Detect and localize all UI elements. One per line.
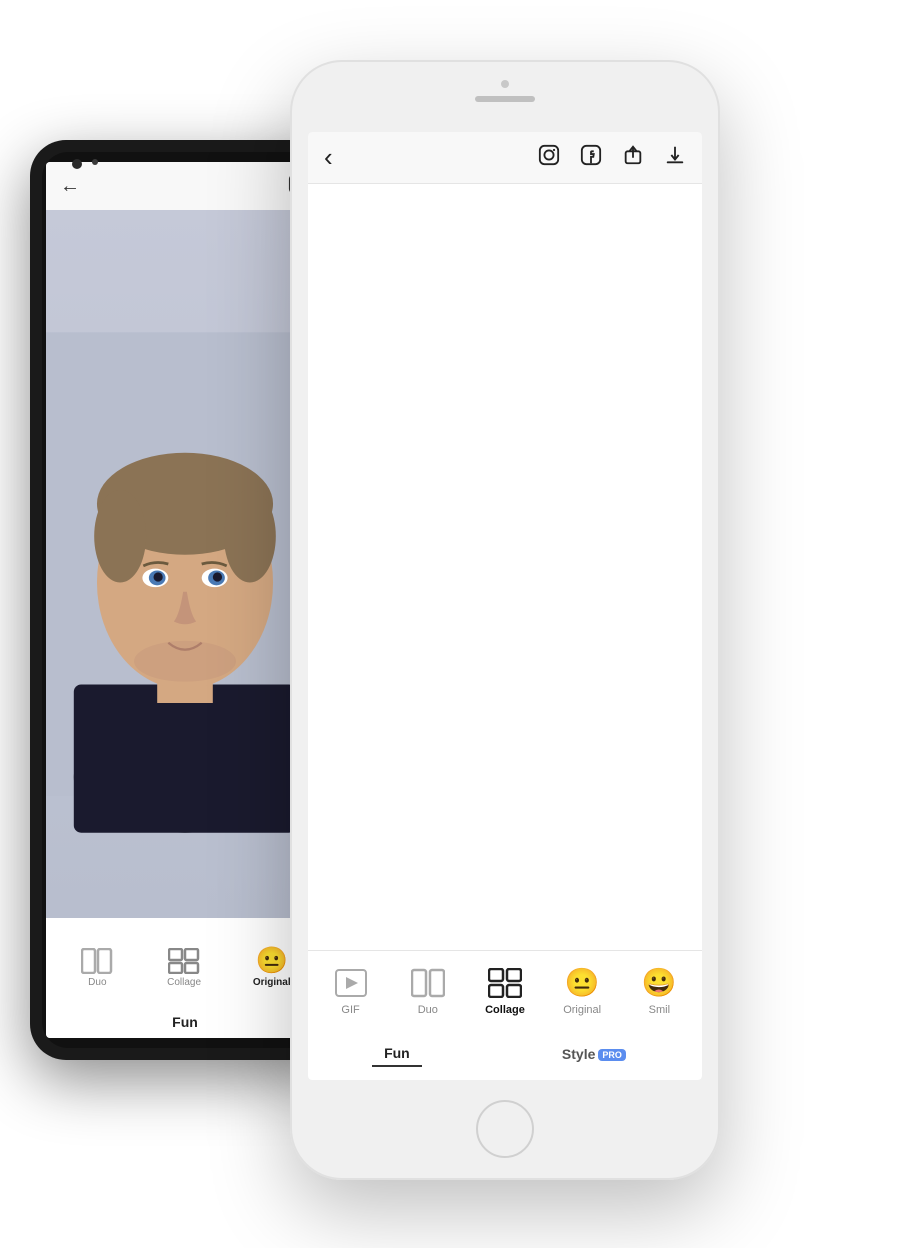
back-arrow-icon[interactable]: ←	[60, 175, 80, 198]
cat-style[interactable]: StylePRO	[550, 1042, 638, 1066]
back-tab-duo-label: Duo	[88, 977, 106, 988]
share-icon[interactable]	[622, 144, 644, 171]
iphone-top-sensors	[475, 80, 535, 102]
cat-fun[interactable]: Fun	[372, 1041, 422, 1067]
instagram-icon[interactable]	[538, 144, 560, 171]
screen-header: ‹	[308, 132, 702, 184]
back-tab-collage[interactable]: Collage	[166, 947, 202, 988]
download-icon[interactable]	[664, 144, 686, 171]
tab-original[interactable]: 😐 Original	[552, 964, 612, 1016]
screen-tabbar: GIF Duo	[308, 950, 702, 1028]
tab-smile-label: Smil	[649, 1004, 670, 1016]
iphone: ‹	[290, 60, 720, 1180]
face-image-back	[46, 210, 324, 918]
scene: ←	[0, 0, 898, 1248]
header-back-button[interactable]: ‹	[324, 142, 333, 173]
iphone-camera-dot	[501, 80, 509, 88]
iphone-speaker	[475, 96, 535, 102]
tab-smile[interactable]: 😀 Smil	[629, 964, 689, 1016]
tab-original-label: Original	[563, 1004, 601, 1016]
chevron-left-icon[interactable]: ‹	[324, 142, 333, 172]
screen-catbar: Fun StylePRO	[308, 1028, 702, 1080]
back-tab-duo[interactable]: Duo	[79, 947, 115, 988]
tab-collage[interactable]: Collage	[475, 964, 535, 1016]
header-action-icons	[538, 144, 686, 171]
facebook-icon[interactable]	[580, 144, 602, 171]
tab-gif[interactable]: GIF	[321, 964, 381, 1016]
back-tab-original[interactable]: 😐 Original	[253, 947, 291, 988]
tab-duo-label: Duo	[418, 1004, 438, 1016]
pro-badge: PRO	[598, 1049, 626, 1061]
back-tab-original-label: Original	[253, 977, 291, 988]
iphone-home-button[interactable]	[476, 1100, 534, 1158]
back-tab-label: Fun	[46, 1010, 324, 1038]
back-tab-collage-label: Collage	[167, 977, 201, 988]
tab-gif-label: GIF	[341, 1004, 359, 1016]
tab-collage-label: Collage	[485, 1004, 525, 1016]
iphone-screen: ‹	[308, 132, 702, 1080]
back-phone-toolbar: Duo Col	[46, 918, 324, 1038]
back-phone-topbar: ←	[46, 162, 324, 210]
tab-duo[interactable]: Duo	[398, 964, 458, 1016]
